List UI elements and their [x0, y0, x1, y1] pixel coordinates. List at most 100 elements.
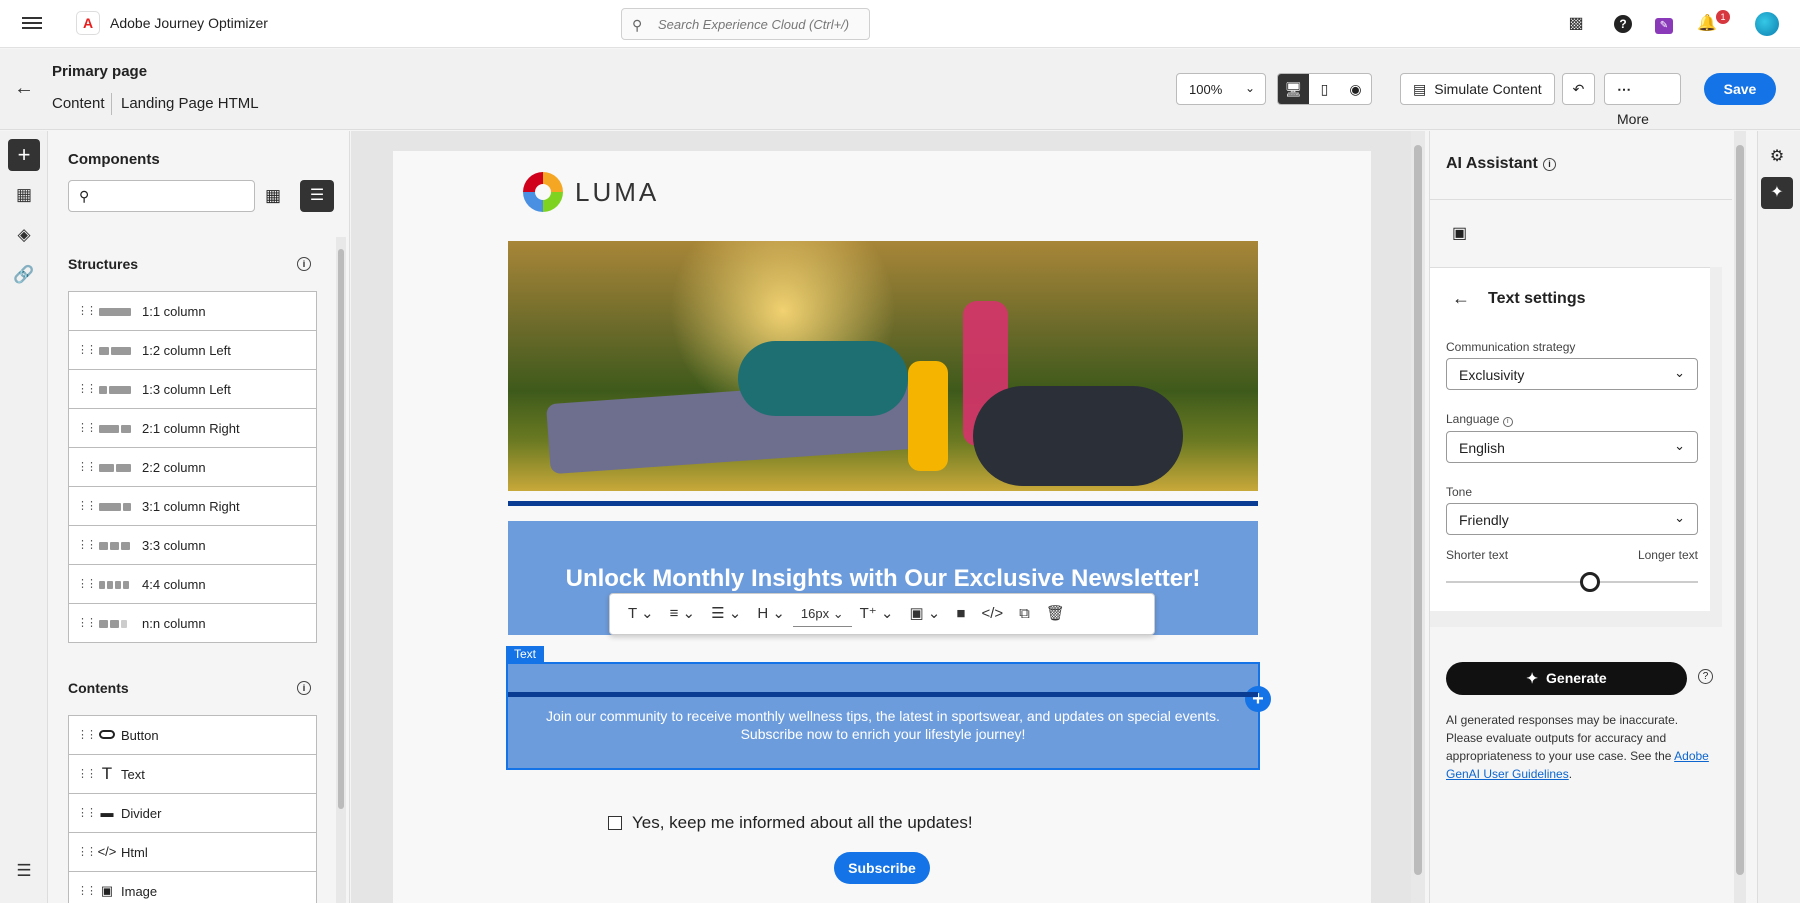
text-style-icon[interactable]: T ⌄ [620, 594, 662, 634]
structure-item[interactable]: ⋮⋮ n:n column [68, 603, 317, 643]
consent-checkbox-row[interactable]: Yes, keep me informed about all the upda… [608, 813, 973, 833]
length-slider-track[interactable] [1446, 581, 1698, 583]
content-item-divider[interactable]: ⋮⋮ ▬ Divider [68, 793, 317, 833]
structure-item[interactable]: ⋮⋮ 3:1 column Right [68, 486, 317, 526]
structure-item[interactable]: ⋮⋮ 4:4 column [68, 564, 317, 604]
search-input[interactable]: ⚲ Search Experience Cloud (Ctrl+/) [621, 8, 870, 40]
search-icon: ⚲ [632, 17, 643, 33]
drag-handle-icon[interactable]: ⋮⋮ [77, 806, 97, 819]
help-icon[interactable]: ? [1611, 12, 1635, 36]
info-icon[interactable]: i [1502, 417, 1513, 427]
desktop-view-icon[interactable]: 🖥 [1278, 74, 1309, 104]
settings-scrollbar[interactable] [1710, 267, 1722, 627]
heading-select[interactable]: H ⌄ [749, 594, 793, 634]
language-select[interactable]: English ⌄ [1446, 431, 1698, 463]
code-icon[interactable]: </> [973, 594, 1011, 634]
checkbox[interactable] [608, 816, 622, 830]
align-icon[interactable]: ≡ ⌄ [662, 594, 704, 634]
breadcrumb-landing-page[interactable]: Landing Page HTML [121, 95, 259, 112]
drag-handle-icon[interactable]: ⋮⋮ [77, 421, 97, 434]
drag-handle-icon[interactable]: ⋮⋮ [77, 343, 97, 356]
structure-label: 1:2 column Left [142, 343, 231, 358]
simulate-content-button[interactable]: ▤ Simulate Content [1400, 73, 1555, 105]
drag-handle-icon[interactable]: ⋮⋮ [77, 767, 97, 780]
drag-handle-icon[interactable]: ⋮⋮ [77, 884, 97, 897]
expand-icon[interactable]: ▣ [1452, 223, 1467, 243]
ai-panel-scrollbar[interactable] [1734, 131, 1746, 903]
settings-layers-icon[interactable]: ☰ [8, 855, 40, 887]
text-format-icon[interactable]: T⁺ ⌄ [852, 594, 902, 634]
feedback-icon[interactable]: ✎ [1652, 12, 1676, 36]
drag-handle-icon[interactable]: ⋮⋮ [77, 577, 97, 590]
breadcrumb-content[interactable]: Content [52, 95, 105, 112]
info-icon[interactable]: i [297, 681, 311, 695]
content-item-image[interactable]: ⋮⋮ ▣ Image [68, 871, 317, 903]
strategy-select[interactable]: Exclusivity ⌄ [1446, 358, 1698, 390]
structure-item[interactable]: ⋮⋮ 3:3 column [68, 525, 317, 565]
delete-trash-icon[interactable]: 🗑 [1038, 594, 1073, 634]
divider-bar[interactable] [508, 501, 1258, 506]
undo-button[interactable]: ↶ [1562, 73, 1595, 105]
add-component-handle-icon[interactable]: + [1245, 686, 1271, 712]
longer-text-label: Longer text [1637, 548, 1698, 562]
properties-sliders-icon[interactable]: ⚙ [1761, 141, 1793, 173]
link-icon[interactable]: 🔗 [8, 259, 40, 291]
info-icon[interactable]: i [297, 257, 311, 271]
subscribe-button[interactable]: Subscribe [834, 852, 930, 884]
duplicate-icon[interactable]: ⧉ [1011, 594, 1038, 634]
save-button[interactable]: Save [1704, 73, 1776, 105]
drag-handle-icon[interactable]: ⋮⋮ [77, 538, 97, 551]
add-components-icon[interactable]: + [8, 139, 40, 171]
drag-handle-icon[interactable]: ⋮⋮ [77, 728, 97, 741]
structure-item[interactable]: ⋮⋮ 2:1 column Right [68, 408, 317, 448]
canvas-scrollbar[interactable] [1411, 131, 1425, 903]
info-icon[interactable]: i [1543, 158, 1556, 171]
components-scrollbar[interactable] [336, 237, 346, 903]
content-item-text[interactable]: ⋮⋮ T Text [68, 754, 317, 794]
more-button[interactable]: ⋯ More [1604, 73, 1681, 127]
drag-handle-icon[interactable]: ⋮⋮ [77, 304, 97, 317]
drag-handle-icon[interactable]: ⋮⋮ [77, 460, 97, 473]
components-search-input[interactable]: ⚲ [68, 180, 255, 212]
length-slider-thumb[interactable] [1579, 572, 1600, 592]
preview-eye-icon[interactable]: ◉ [1340, 74, 1371, 104]
structure-item[interactable]: ⋮⋮ 1:3 column Left [68, 369, 317, 409]
ai-assistant-icon[interactable]: ✦ [1761, 177, 1793, 209]
content-item-button[interactable]: ⋮⋮ Button [68, 715, 317, 755]
hamburger-menu-icon[interactable] [22, 14, 42, 34]
list-icon[interactable]: ☰ ⌄ [703, 594, 749, 634]
divider-bar[interactable] [508, 692, 1258, 697]
drag-handle-icon[interactable]: ⋮⋮ [77, 382, 97, 395]
image-insert-icon[interactable]: ▣ ⌄ [901, 594, 948, 634]
back-arrow-icon[interactable]: ← [1452, 288, 1470, 309]
hero-image[interactable] [508, 241, 1258, 491]
layers-icon[interactable]: ◈ [8, 219, 40, 251]
drag-handle-icon[interactable]: ⋮⋮ [77, 499, 97, 512]
zoom-select[interactable]: 100% ⌄ [1176, 73, 1266, 105]
image-icon: ▣ [100, 883, 114, 898]
list-view-icon[interactable]: ☰ [300, 180, 334, 212]
heading-label: H [757, 605, 769, 622]
structure-item[interactable]: ⋮⋮ 1:2 column Left [68, 330, 317, 370]
horizontal-scrollbar[interactable] [1430, 611, 1710, 627]
personalize-icon[interactable]: ■ [948, 594, 973, 634]
avatar[interactable] [1755, 12, 1779, 36]
apps-grid-icon[interactable]: ▩ [1564, 12, 1588, 36]
grid-view-icon[interactable]: ▦ [265, 186, 281, 206]
generate-button[interactable]: ✦ Generate [1446, 662, 1687, 695]
content-label: Text [121, 767, 145, 782]
font-size-select[interactable]: 16px ⌄ [792, 601, 852, 627]
help-icon[interactable]: ? [1698, 669, 1713, 684]
back-arrow-icon[interactable]: ← [14, 77, 34, 100]
luma-logo[interactable]: LUMA [523, 171, 659, 213]
tone-select[interactable]: Friendly ⌄ [1446, 503, 1698, 535]
structure-item[interactable]: ⋮⋮ 1:1 column [68, 291, 317, 331]
drag-handle-icon[interactable]: ⋮⋮ [77, 616, 97, 629]
content-item-html[interactable]: ⋮⋮ </> Html [68, 832, 317, 872]
structure-item[interactable]: ⋮⋮ 2:2 column [68, 447, 317, 487]
selected-text-block[interactable]: Join our community to receive monthly we… [506, 662, 1260, 770]
mobile-view-icon[interactable]: ▯ [1309, 74, 1340, 104]
drag-handle-icon[interactable]: ⋮⋮ [77, 845, 97, 858]
assets-icon[interactable]: ▦ [8, 179, 40, 211]
structures-list: ⋮⋮ 1:1 column ⋮⋮ 1:2 column Left ⋮⋮ 1:3 col… [68, 291, 317, 643]
